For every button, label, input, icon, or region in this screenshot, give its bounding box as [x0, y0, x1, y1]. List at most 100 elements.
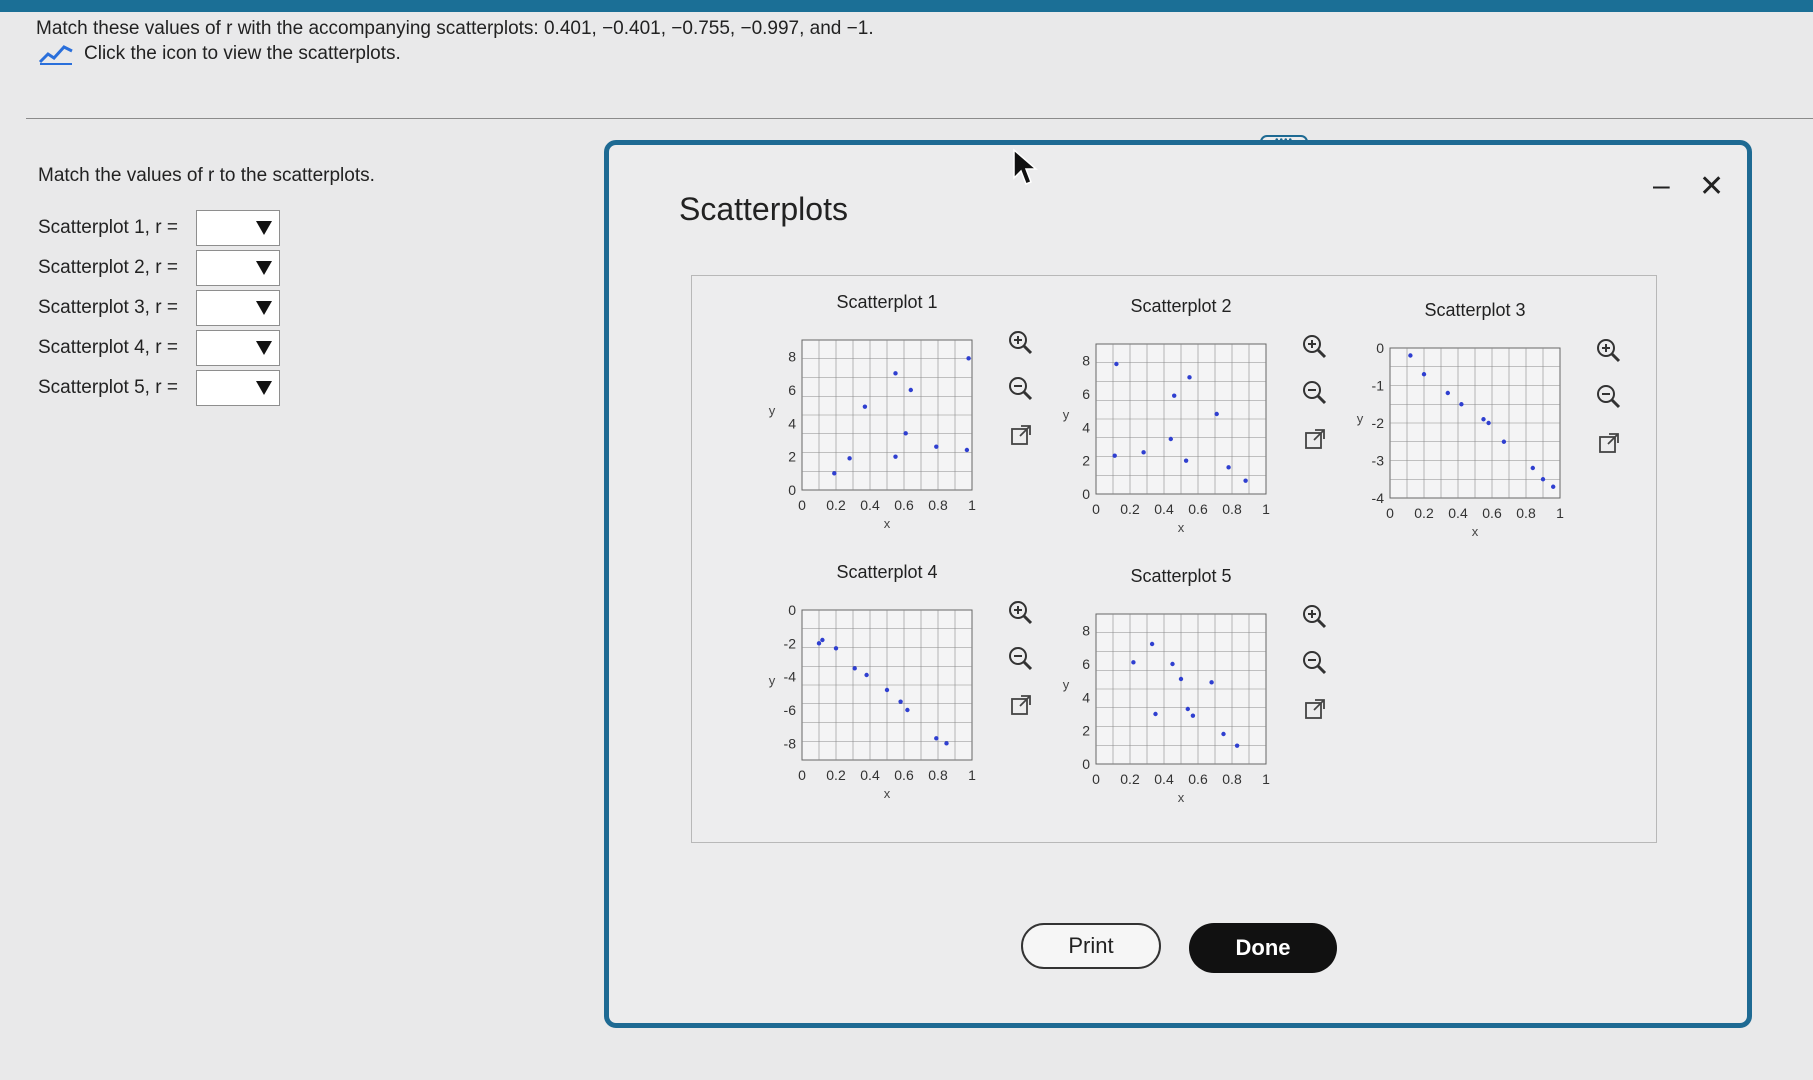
zoom-out-icon[interactable]	[1298, 646, 1332, 680]
y-axis-label: y	[1357, 411, 1364, 426]
match-row: Scatterplot 4, r =	[38, 330, 280, 366]
scatterplot-svg: Scatterplot 3 0 0.2 0.4 0.6 0.8 1 0 -1 -2 -3 -4 x y	[1357, 300, 1564, 539]
scatter-point	[1168, 436, 1173, 442]
scatter-point	[1178, 676, 1184, 682]
match-row-label: Scatterplot 1, r =	[38, 217, 178, 238]
y-tick-label: 0	[1082, 486, 1090, 502]
x-tick-label: 0.2	[826, 767, 846, 783]
y-tick-label: 4	[788, 415, 796, 431]
scatterplot-title: Scatterplot 2	[1130, 296, 1231, 316]
print-button[interactable]: Print	[1021, 923, 1161, 969]
scatter-point	[1187, 375, 1192, 380]
x-tick-label: 0.2	[826, 497, 846, 513]
zoom-out-icon[interactable]	[1298, 376, 1332, 410]
scatter-point	[1530, 465, 1535, 471]
scatter-point	[1486, 420, 1491, 426]
y-tick-label: 4	[1082, 419, 1090, 435]
zoom-in-icon[interactable]	[1004, 326, 1038, 360]
y-tick-label: -2	[784, 635, 797, 651]
zoom-in-icon[interactable]	[1004, 596, 1038, 630]
zoom-out-icon[interactable]	[1004, 642, 1038, 676]
y-tick-label: -8	[784, 735, 797, 751]
scatter-point	[893, 371, 898, 376]
chart-icon[interactable]	[38, 42, 74, 66]
y-tick-label: 2	[1082, 723, 1090, 739]
y-tick-label: 0	[788, 482, 796, 498]
x-tick-label: 0.4	[1154, 501, 1174, 517]
r-value-dropdown[interactable]	[196, 330, 280, 366]
scatter-point	[833, 646, 839, 651]
r-value-dropdown[interactable]	[196, 210, 280, 246]
y-tick-label: 8	[788, 349, 796, 365]
scatter-point	[1141, 450, 1146, 455]
scatter-point	[1234, 743, 1240, 748]
external-link-icon[interactable]	[1004, 688, 1038, 722]
x-tick-label: 0.6	[1188, 771, 1208, 787]
scatter-point	[893, 454, 898, 459]
view-scatterplots-link[interactable]: Click the icon to view the scatterplots.	[38, 42, 401, 66]
r-value-dropdown[interactable]	[196, 250, 280, 286]
scatter-point	[1112, 453, 1117, 458]
close-button[interactable]: ✕	[1699, 169, 1724, 204]
scatter-point	[934, 736, 939, 741]
scatterplot-1: Scatterplot 1 0 0.2 0.4 0.6 0.8 1 0 2 4 6 8 x y	[752, 278, 1033, 531]
match-row-label: Scatterplot 2, r =	[38, 257, 178, 278]
y-tick-label: -1	[1372, 378, 1385, 394]
scatterplot-svg: Scatterplot 2 0 0.2 0.4 0.6 0.8 1 0 2 4 6 8 x y	[1063, 296, 1270, 535]
external-link-icon[interactable]	[1298, 692, 1332, 726]
x-axis-label: x	[1472, 524, 1479, 539]
x-tick-label: 1	[1262, 771, 1270, 787]
dropdown-arrow-icon[interactable]	[253, 217, 275, 239]
scatter-point	[1481, 417, 1486, 422]
scatterplot-title: Scatterplot 5	[1130, 566, 1231, 586]
zoom-in-icon[interactable]	[1298, 600, 1332, 634]
scatter-point	[966, 356, 971, 361]
scatter-point	[1172, 393, 1177, 398]
zoom-in-icon[interactable]	[1298, 330, 1332, 364]
y-tick-label: -4	[1372, 490, 1385, 506]
x-axis-label: x	[884, 786, 891, 801]
dropdown-arrow-icon[interactable]	[253, 297, 275, 319]
scatter-point	[1185, 706, 1190, 712]
y-tick-label: 2	[788, 449, 796, 465]
match-row-label: Scatterplot 5, r =	[38, 377, 178, 398]
done-button[interactable]: Done	[1189, 923, 1337, 973]
external-link-icon[interactable]	[1592, 426, 1626, 460]
scatter-point	[847, 456, 852, 461]
dropdown-arrow-icon[interactable]	[253, 257, 275, 279]
x-tick-label: 1	[968, 767, 976, 783]
y-tick-label: 6	[1082, 386, 1090, 402]
x-tick-label: 0.6	[1482, 505, 1502, 521]
scatter-point	[1170, 661, 1175, 667]
scatterplot-title: Scatterplot 1	[836, 292, 937, 312]
x-tick-label: 0.4	[860, 497, 880, 513]
x-tick-label: 1	[968, 497, 976, 513]
y-tick-label: 6	[788, 382, 796, 398]
dropdown-arrow-icon[interactable]	[253, 337, 275, 359]
dropdown-arrow-icon[interactable]	[253, 377, 275, 399]
y-tick-label: 0	[788, 602, 796, 618]
y-tick-label: 6	[1082, 656, 1090, 672]
x-tick-label: 0.8	[928, 767, 948, 783]
scatter-point	[864, 672, 869, 678]
scatter-point	[862, 404, 868, 409]
instruction-text: Match the values of r to the scatterplot…	[38, 165, 375, 186]
x-tick-label: 0.4	[860, 767, 880, 783]
view-scatterplots-label[interactable]: Click the icon to view the scatterplots.	[84, 43, 401, 65]
scatterplot-svg: Scatterplot 5 0 0.2 0.4 0.6 0.8 1 0 2 4 6 8 x y	[1063, 566, 1270, 805]
scatter-point	[1209, 680, 1214, 685]
minimize-button[interactable]: –	[1653, 169, 1670, 203]
scatter-point	[852, 666, 857, 671]
external-link-icon[interactable]	[1004, 418, 1038, 452]
scatter-point	[1408, 353, 1413, 358]
scatter-point	[1243, 478, 1248, 483]
zoom-out-icon[interactable]	[1592, 380, 1626, 414]
scatter-point	[934, 444, 939, 449]
zoom-out-icon[interactable]	[1004, 372, 1038, 406]
r-value-dropdown[interactable]	[196, 290, 280, 326]
r-value-dropdown[interactable]	[196, 370, 280, 406]
zoom-in-icon[interactable]	[1592, 334, 1626, 368]
scatterplot-title: Scatterplot 3	[1424, 300, 1525, 320]
external-link-icon[interactable]	[1298, 422, 1332, 456]
scatter-point	[1190, 713, 1196, 718]
